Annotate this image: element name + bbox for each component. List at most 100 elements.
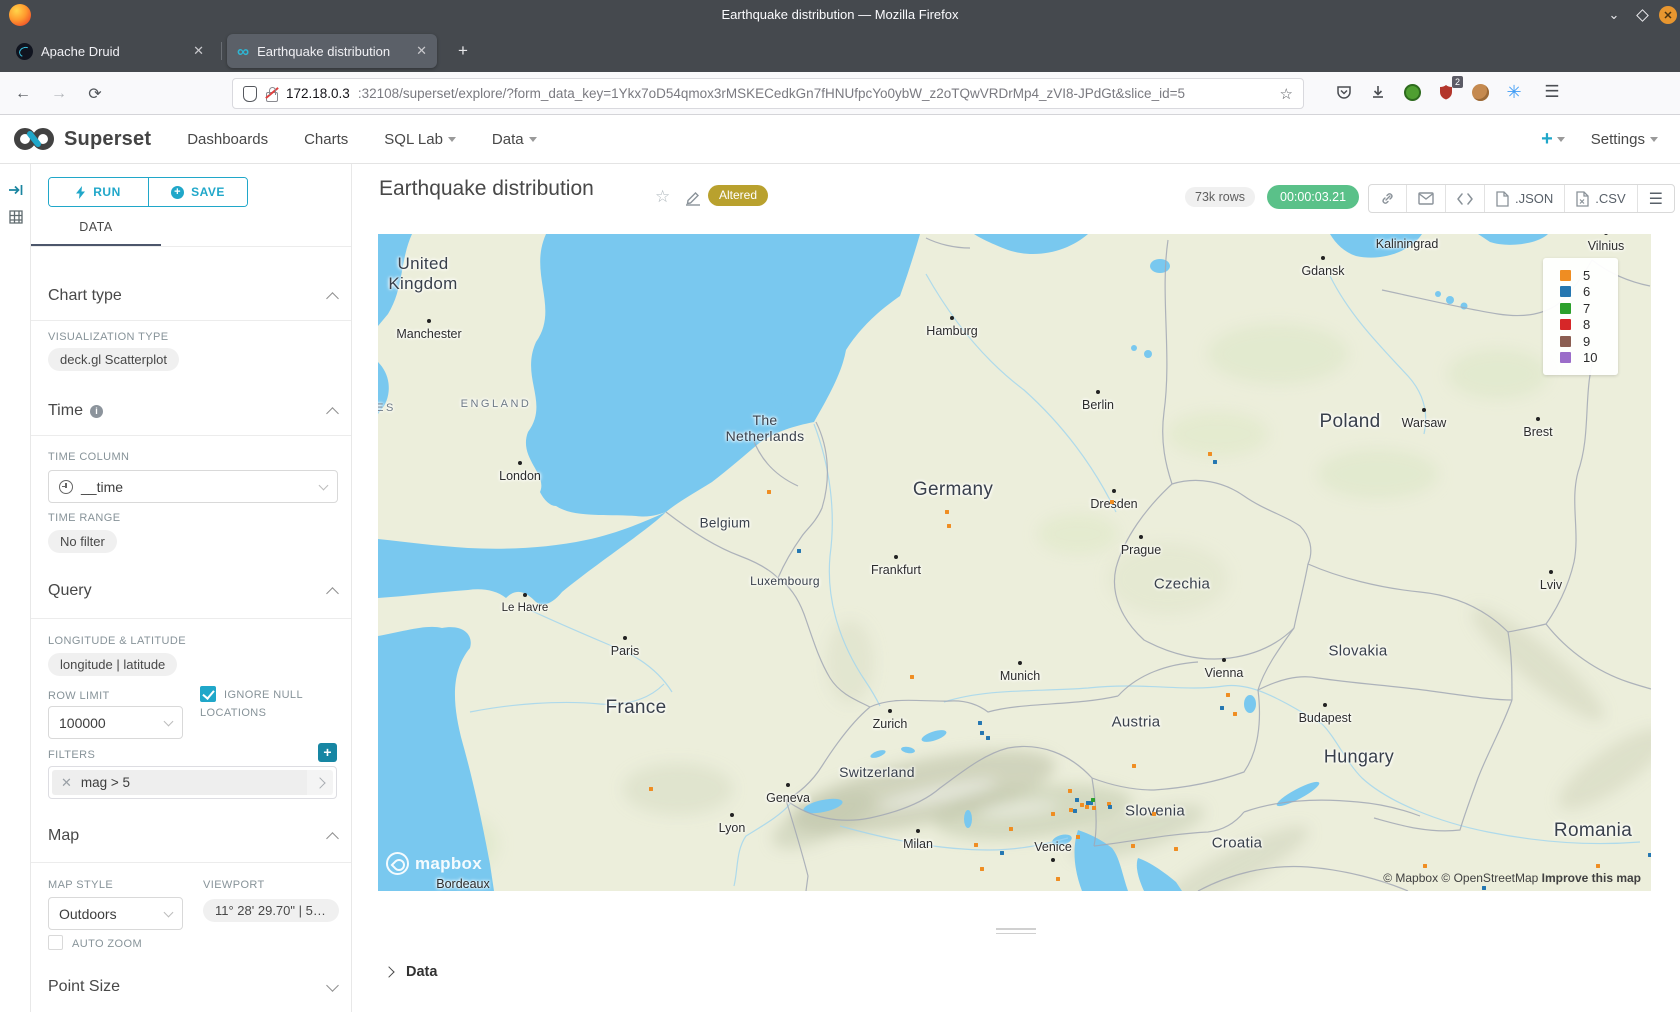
earthquake-point[interactable] (1648, 853, 1651, 857)
map-style-select[interactable]: Outdoors (48, 897, 183, 930)
earthquake-point[interactable] (1009, 827, 1013, 831)
earthquake-point[interactable] (980, 867, 984, 871)
earthquake-point[interactable] (1132, 764, 1136, 768)
browser-menu-icon[interactable]: ☰ (1540, 80, 1564, 104)
earthquake-point[interactable] (1073, 809, 1077, 813)
earthquake-point[interactable] (974, 843, 978, 847)
earthquake-point[interactable] (1213, 460, 1217, 464)
earthquake-point[interactable] (947, 524, 951, 528)
earthquake-point[interactable] (978, 721, 982, 725)
time-range-value[interactable]: No filter (48, 530, 117, 553)
earthquake-point[interactable] (1482, 886, 1486, 890)
tracking-protection-shield-icon[interactable] (243, 86, 257, 102)
earthquake-point[interactable] (1080, 803, 1084, 807)
earthquake-point[interactable] (649, 787, 653, 791)
chart-menu-button[interactable]: ☰ (1637, 185, 1674, 212)
settings-menu[interactable]: Settings (1591, 131, 1658, 148)
earthquake-point[interactable] (1226, 693, 1230, 697)
section-point-size[interactable]: Point Size (48, 978, 337, 996)
time-column-select[interactable]: __time (48, 470, 338, 503)
container-extension-icon[interactable]: ✳ (1502, 80, 1526, 104)
ublock-icon[interactable]: 2 (1434, 80, 1458, 104)
nav-item-dashboards[interactable]: Dashboards (187, 131, 268, 148)
earthquake-point[interactable] (1596, 864, 1600, 868)
earthquake-point[interactable] (910, 675, 914, 679)
earthquake-point[interactable] (1220, 706, 1224, 710)
add-filter-button[interactable]: + (318, 743, 337, 762)
earthquake-point[interactable] (1076, 835, 1080, 839)
mapbox-logo[interactable]: mapbox (386, 852, 482, 875)
section-query[interactable]: Query (48, 582, 337, 600)
map-attribution[interactable]: © Mapbox © OpenStreetMap Improve this ma… (1383, 871, 1641, 885)
remove-filter-icon[interactable]: ✕ (61, 775, 72, 791)
bookmark-star-icon[interactable]: ☆ (1280, 85, 1293, 103)
browser-tab-apache-druid[interactable]: Apache Druid ✕ (6, 34, 214, 68)
pocket-icon[interactable] (1332, 80, 1356, 104)
improve-map-link[interactable]: Improve this map (1542, 871, 1641, 885)
earthquake-point[interactable] (1208, 452, 1212, 456)
earthquake-point[interactable] (980, 731, 984, 735)
earthquake-point[interactable] (1131, 844, 1135, 848)
earthquake-point[interactable] (1152, 812, 1156, 816)
section-time[interactable]: Time i (48, 402, 337, 420)
earthquake-point[interactable] (1085, 805, 1089, 809)
new-tab-button[interactable]: + (452, 40, 474, 62)
tab-data[interactable]: DATA (31, 214, 161, 247)
section-chart-type[interactable]: Chart type (48, 287, 337, 305)
window-maximize-button[interactable] (1633, 6, 1651, 24)
reload-button[interactable]: ⟳ (82, 81, 108, 107)
row-limit-select[interactable]: 100000 (48, 706, 183, 739)
nav-item-sql-lab[interactable]: SQL Lab (384, 131, 456, 148)
earthquake-point[interactable] (1423, 864, 1427, 868)
save-button[interactable]: + SAVE (148, 178, 247, 206)
tab-close-icon[interactable]: ✕ (416, 43, 427, 59)
ign​ore-null-checkbox[interactable] (200, 686, 216, 702)
earthquake-point[interactable] (1068, 789, 1072, 793)
filter-expand-button[interactable] (307, 770, 333, 795)
earthquake-point[interactable] (797, 549, 801, 553)
data-results-section[interactable]: Data (385, 964, 437, 980)
panel-resize-handle[interactable] (996, 928, 1036, 937)
viz-type-value[interactable]: deck.gl Scatterplot (48, 348, 179, 371)
earthquake-point[interactable] (1174, 847, 1178, 851)
earthquake-point[interactable] (945, 510, 949, 514)
section-map[interactable]: Map (48, 827, 337, 845)
insecure-lock-icon[interactable] (265, 86, 278, 101)
earthquake-point[interactable] (1233, 712, 1237, 716)
earthquake-point[interactable] (1110, 500, 1114, 504)
earthquake-point[interactable] (1000, 851, 1004, 855)
add-new-button[interactable]: + (1541, 128, 1565, 151)
earthquake-point[interactable] (1056, 877, 1060, 881)
export-csv-button[interactable]: .CSV (1564, 185, 1636, 212)
run-button[interactable]: RUN (49, 178, 148, 206)
downloads-icon[interactable] (1366, 80, 1390, 104)
nav-item-data[interactable]: Data (492, 131, 537, 148)
url-bar[interactable]: 172.18.0.3 :32108/superset/explore/?form… (232, 78, 1304, 109)
earthquake-point[interactable] (1051, 812, 1055, 816)
favorite-star-icon[interactable]: ☆ (655, 187, 670, 207)
expand-dataset-panel-icon[interactable] (8, 182, 24, 198)
nav-item-charts[interactable]: Charts (304, 131, 348, 148)
earthquake-point[interactable] (767, 490, 771, 494)
dataset-grid-icon[interactable] (8, 209, 24, 225)
viewport-value[interactable]: 11° 28' 29.70" | 50... (203, 899, 339, 922)
lonlat-value[interactable]: longitude | latitude (48, 653, 177, 676)
copy-link-button[interactable] (1369, 185, 1406, 212)
export-json-button[interactable]: .JSON (1484, 185, 1564, 212)
filter-chip[interactable]: ✕ mag > 5 (52, 770, 307, 795)
email-button[interactable] (1406, 185, 1445, 212)
superset-logo[interactable]: Superset (12, 125, 151, 153)
cookie-extension-icon[interactable] (1468, 80, 1492, 104)
window-minimize-button[interactable]: ⌄ (1605, 6, 1623, 24)
window-close-button[interactable]: ✕ (1659, 6, 1677, 24)
auto-zoom-checkbox[interactable] (48, 935, 63, 950)
tab-close-icon[interactable]: ✕ (193, 43, 204, 59)
edit-properties-icon[interactable] (685, 190, 701, 206)
back-button[interactable]: ← (10, 81, 36, 107)
earthquake-point[interactable] (986, 736, 990, 740)
earthquake-point[interactable] (1069, 808, 1073, 812)
earthquake-point[interactable] (1092, 806, 1096, 810)
browser-tab-earthquake-distribution[interactable]: ∞ Earthquake distribution ✕ (227, 34, 437, 68)
privacy-badger-icon[interactable] (1400, 80, 1424, 104)
earthquake-point[interactable] (1108, 805, 1112, 809)
